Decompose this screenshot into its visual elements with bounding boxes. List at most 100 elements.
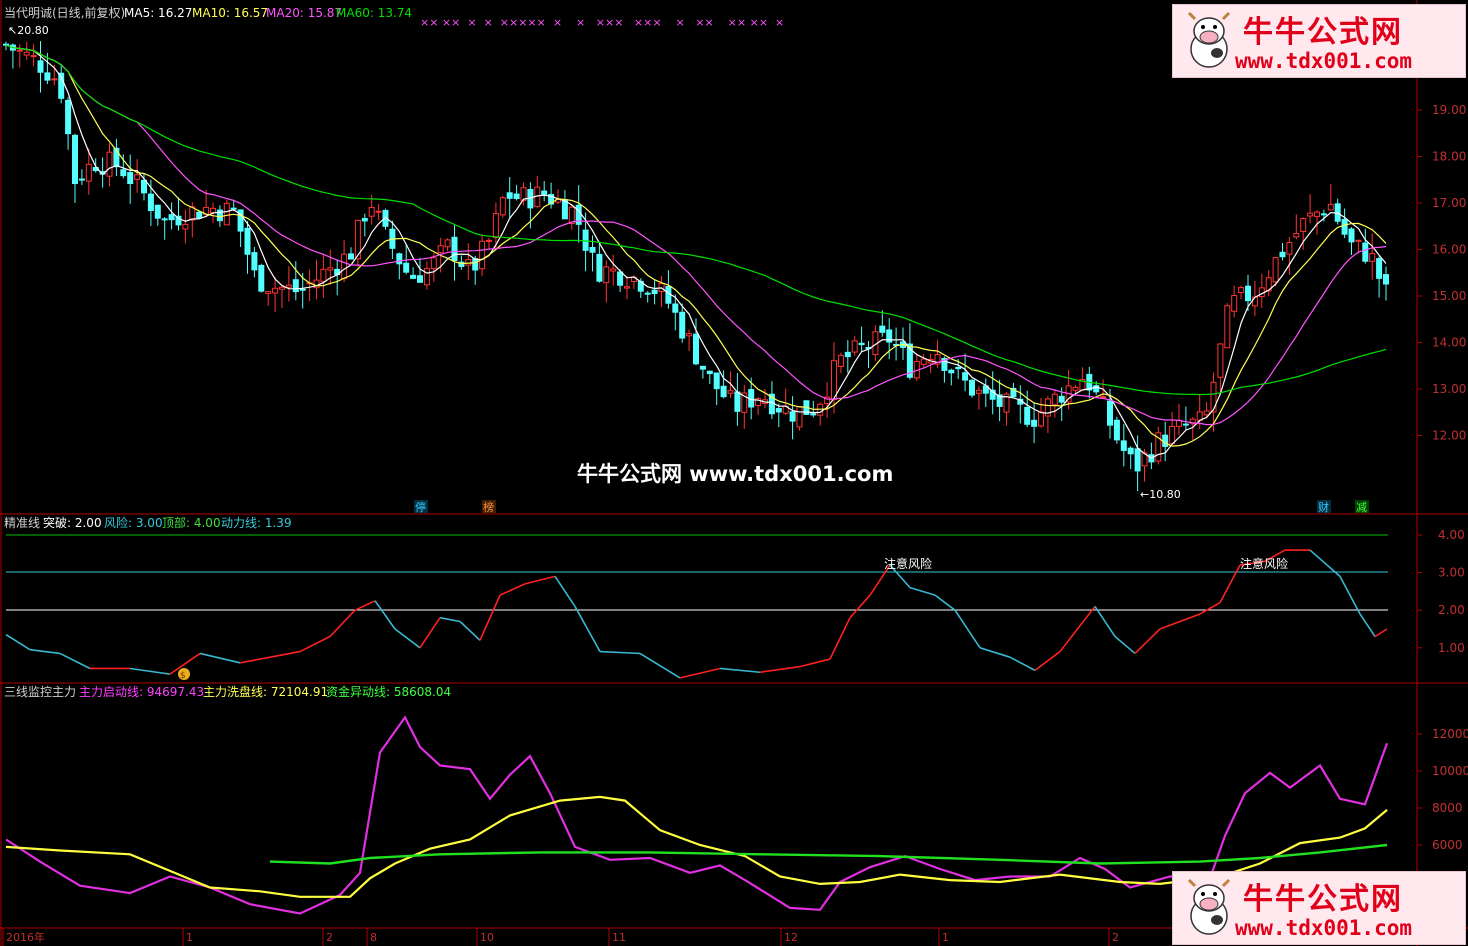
candle-body	[368, 207, 375, 217]
candle-body	[1024, 406, 1031, 425]
candle-body	[1341, 218, 1348, 235]
momentum-segment	[979, 647, 1011, 658]
momentum-segment	[799, 658, 831, 668]
candle-body	[423, 268, 430, 286]
candle-body	[1293, 232, 1300, 238]
momentum-segment	[5, 633, 31, 651]
candle-body	[223, 202, 230, 226]
candle-body	[272, 287, 279, 294]
candle-body	[161, 218, 168, 221]
candle-body	[969, 379, 975, 396]
momentum-segment	[934, 594, 956, 611]
candle-body	[706, 370, 713, 375]
candle-body	[341, 253, 348, 280]
momentum-segment	[1159, 613, 1201, 630]
candle-body	[486, 239, 492, 242]
candle-body	[1031, 419, 1038, 427]
candle-body	[596, 253, 603, 282]
momentum-segment	[719, 667, 761, 674]
momentum-segment	[829, 617, 851, 660]
price-tick-label: 17.00	[1432, 196, 1466, 210]
candle-body	[492, 213, 499, 239]
candle-body	[1120, 440, 1127, 451]
indicator2-y-axis: 12000 10000 8000 6000	[1417, 727, 1468, 852]
candle-body	[1113, 419, 1120, 441]
candle-body	[1320, 213, 1327, 216]
event-badges: 停 榜 财 减	[414, 500, 1369, 514]
momentum-segment	[1009, 656, 1036, 672]
momentum-segment	[554, 575, 576, 607]
indicator1-name: 精准线	[4, 516, 40, 530]
candle-body	[582, 229, 589, 251]
price-tick-label: 19.00	[1432, 103, 1466, 117]
watermark-top: 牛牛公式网 www.tdx001.com	[1172, 4, 1466, 78]
candle-body	[1362, 242, 1369, 262]
candle-body	[686, 333, 693, 337]
momentum-segment	[239, 650, 301, 664]
candle-body	[589, 246, 596, 253]
candle-body	[693, 333, 699, 365]
candle-body	[920, 358, 927, 365]
candle-body	[1182, 423, 1189, 426]
price-tick-label: 14.00	[1432, 336, 1466, 350]
candle-body	[251, 252, 258, 271]
momentum-segment	[524, 575, 556, 585]
candle-body	[837, 354, 844, 367]
candle-body	[85, 163, 92, 182]
candle-body	[417, 275, 423, 283]
momentum-segment	[1374, 628, 1388, 638]
candle-body	[244, 227, 251, 255]
candle-body	[230, 207, 237, 210]
indicator2-wash-line: 主力洗盘线: 72104.91	[203, 684, 328, 699]
candle-body	[858, 342, 865, 346]
candle-body	[672, 303, 679, 313]
momentum-segment	[849, 594, 871, 619]
ma5-readout: MA5: 16.27	[124, 6, 192, 20]
watermark-bottom-title: 牛牛公式网	[1243, 882, 1403, 917]
candle-body	[499, 197, 506, 216]
momentum-segment	[909, 586, 936, 596]
candle-body	[154, 204, 161, 219]
momentum-segment	[1114, 635, 1136, 655]
momentum-segment	[439, 616, 461, 623]
date-tick-label: 1	[942, 931, 949, 944]
candle-body	[1127, 447, 1134, 455]
candle-body	[1376, 258, 1383, 279]
candle-body	[1072, 386, 1079, 391]
candle-body	[1251, 296, 1258, 307]
candle-body	[1300, 218, 1307, 232]
momentum-segment	[329, 609, 356, 638]
risk-warning-2: 注意风险	[1240, 556, 1288, 571]
candle-body	[285, 284, 292, 288]
candle-body	[1231, 294, 1238, 312]
indicator1-top: 顶部: 4.00	[162, 515, 221, 530]
candle-body	[210, 207, 216, 214]
candle-body	[472, 258, 479, 271]
momentum-segment	[1134, 628, 1161, 655]
momentum-segment	[759, 665, 801, 674]
candle-body	[465, 259, 472, 266]
candle-body	[182, 223, 189, 230]
price-tick-label: 12.00	[1432, 429, 1466, 443]
ma10-line	[5, 44, 1387, 447]
watermark-top-title: 牛牛公式网	[1243, 15, 1403, 50]
momentum-segment	[599, 650, 641, 655]
candle-body	[1162, 434, 1169, 447]
candle-body	[30, 55, 37, 58]
candle-body	[506, 192, 513, 199]
candle-body	[796, 406, 803, 428]
date-tick-label: 12	[784, 931, 798, 944]
badge-finance-label: 财	[1318, 500, 1329, 514]
momentum-segment	[459, 620, 481, 641]
badge-reduce-label: 减	[1356, 501, 1367, 514]
stock-title: 当代明诚(日线,前复权)	[4, 5, 125, 20]
momentum-segment	[394, 628, 421, 649]
date-axis: 2016年 1 2 8 10 11 12 1 2	[2, 928, 1119, 946]
candle-body	[603, 266, 610, 284]
candle-body	[51, 78, 58, 81]
candle-body	[851, 340, 858, 353]
momentum-segment	[639, 652, 681, 679]
candle-body	[644, 292, 651, 295]
ma20-readout: MA20: 15.87	[266, 6, 342, 20]
candle-body	[106, 151, 113, 177]
